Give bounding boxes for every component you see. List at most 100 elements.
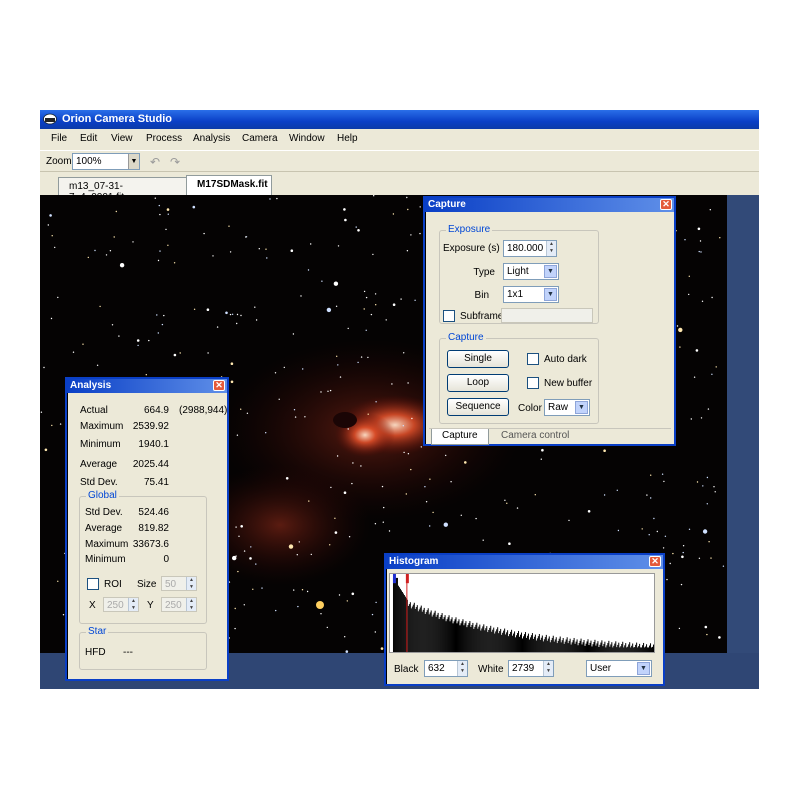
histogram-bar — [492, 629, 494, 652]
loop-button[interactable]: Loop — [447, 374, 509, 392]
chevron-down-icon[interactable]: ▼ — [544, 288, 557, 301]
close-icon[interactable]: ✕ — [660, 199, 672, 210]
menu-view[interactable]: View — [111, 133, 133, 144]
capture-tabs: Capture Camera control — [429, 428, 671, 445]
title-bar[interactable]: Orion Camera Studio — [40, 110, 759, 129]
close-icon[interactable]: ✕ — [649, 556, 661, 567]
histogram-bar — [485, 628, 487, 652]
new-buffer-checkbox[interactable] — [527, 377, 539, 389]
histogram-bar — [402, 593, 404, 652]
histogram-bar — [496, 629, 498, 652]
star-dot — [706, 476, 709, 479]
star-dot — [411, 417, 413, 420]
star-dot — [365, 329, 367, 331]
maximum-label: Maximum — [80, 421, 124, 432]
spin-icon[interactable]: ▲ ▼ — [543, 661, 553, 676]
histogram-bar — [419, 607, 421, 652]
histogram-bar — [435, 616, 437, 652]
histogram-bar — [536, 638, 538, 652]
star-dot — [367, 356, 369, 359]
black-point-marker[interactable] — [392, 574, 396, 584]
histogram-bar — [649, 645, 651, 652]
tab-label: M17SDMask.fit — [197, 179, 268, 190]
spin-icon[interactable]: ▲ ▼ — [186, 598, 196, 611]
roi-checkbox[interactable] — [87, 578, 99, 590]
star-dot — [275, 609, 277, 612]
minimum-value: 1940.1 — [138, 439, 169, 450]
star-dot — [344, 218, 347, 222]
star-dot — [167, 213, 169, 215]
menu-camera[interactable]: Camera — [242, 133, 278, 144]
sequence-button[interactable]: Sequence — [447, 398, 509, 416]
histogram-bar — [546, 640, 548, 652]
tab-m13[interactable]: m13_07-31-7_4_0001.fit — [58, 177, 188, 203]
bin-select[interactable]: 1x1 ▼ — [503, 286, 559, 303]
histogram-bar — [436, 614, 438, 652]
undo-icon[interactable]: ↶ — [147, 154, 163, 170]
subframe-input[interactable] — [501, 308, 593, 323]
menu-window[interactable]: Window — [289, 133, 325, 144]
spin-icon[interactable]: ▲ ▼ — [546, 241, 556, 256]
auto-dark-checkbox[interactable] — [527, 353, 539, 365]
tab-capture[interactable]: Capture — [431, 429, 489, 445]
single-button[interactable]: Single — [447, 350, 509, 368]
star-dot — [702, 485, 704, 487]
menu-help[interactable]: Help — [337, 133, 358, 144]
histogram-bar — [408, 604, 410, 652]
histogram-bar — [475, 624, 477, 652]
stretch-mode-select[interactable]: User ▼ — [586, 660, 652, 677]
star-dot — [425, 501, 428, 503]
exposure-input[interactable]: 180.000 ▲ ▼ — [503, 240, 557, 257]
menu-analysis[interactable]: Analysis — [193, 133, 230, 144]
menu-file[interactable]: File — [51, 133, 67, 144]
histogram-bar — [416, 605, 418, 652]
chevron-down-icon[interactable]: ▼ — [637, 662, 650, 675]
chevron-down-icon[interactable]: ▼ — [575, 401, 588, 414]
star-dot — [367, 413, 369, 415]
histogram-bar — [599, 644, 601, 652]
star-dot — [603, 494, 606, 496]
menu-process[interactable]: Process — [146, 133, 182, 144]
type-select[interactable]: Light ▼ — [503, 263, 559, 280]
y-input[interactable]: 250 ▲ ▼ — [161, 597, 197, 612]
size-input[interactable]: 50 ▲ ▼ — [161, 576, 197, 591]
histogram-plot[interactable] — [389, 573, 655, 653]
spin-icon[interactable]: ▲ ▼ — [128, 598, 138, 611]
histogram-bar — [451, 617, 453, 652]
histogram-bar — [407, 605, 409, 652]
spin-icon[interactable]: ▲ ▼ — [186, 577, 196, 590]
analysis-title-bar[interactable]: Analysis ✕ — [67, 379, 227, 393]
star-dot — [385, 319, 387, 321]
tab-m17sdmask[interactable]: M17SDMask.fit — [186, 175, 272, 195]
star-dot — [460, 514, 462, 516]
histogram-bar — [590, 640, 592, 652]
subframe-checkbox[interactable] — [443, 310, 455, 322]
menu-edit[interactable]: Edit — [80, 133, 97, 144]
histogram-bar — [628, 644, 630, 652]
black-input[interactable]: 632 ▲ ▼ — [424, 660, 468, 677]
spin-icon[interactable]: ▲ ▼ — [457, 661, 467, 676]
chevron-down-icon[interactable]: ▼ — [544, 265, 557, 278]
chevron-down-icon[interactable]: ▼ — [128, 154, 139, 169]
star-dot — [375, 401, 377, 403]
capture-title-bar[interactable]: Capture ✕ — [425, 198, 674, 212]
star-dot — [230, 380, 234, 384]
star-dot — [163, 314, 165, 317]
histogram-bar — [527, 633, 529, 652]
star-dot — [648, 534, 650, 536]
histogram-bar — [434, 610, 436, 652]
tab-camera-control[interactable]: Camera control — [491, 429, 581, 445]
histogram-bar — [558, 638, 560, 652]
global-stddev-value: 524.46 — [138, 507, 169, 518]
toolbar: Zoom 100% ▼ ↶ ↷ — [40, 150, 759, 172]
color-select[interactable]: Raw ▼ — [544, 399, 590, 416]
star-dot — [482, 539, 484, 541]
close-icon[interactable]: ✕ — [213, 380, 225, 391]
star-dot — [695, 349, 699, 352]
white-input[interactable]: 2739 ▲ ▼ — [508, 660, 554, 677]
redo-icon[interactable]: ↷ — [167, 154, 183, 170]
histogram-title-bar[interactable]: Histogram ✕ — [386, 555, 663, 569]
star-dot — [329, 544, 331, 546]
x-input[interactable]: 250 ▲ ▼ — [103, 597, 139, 612]
zoom-select[interactable]: 100% ▼ — [72, 153, 140, 170]
